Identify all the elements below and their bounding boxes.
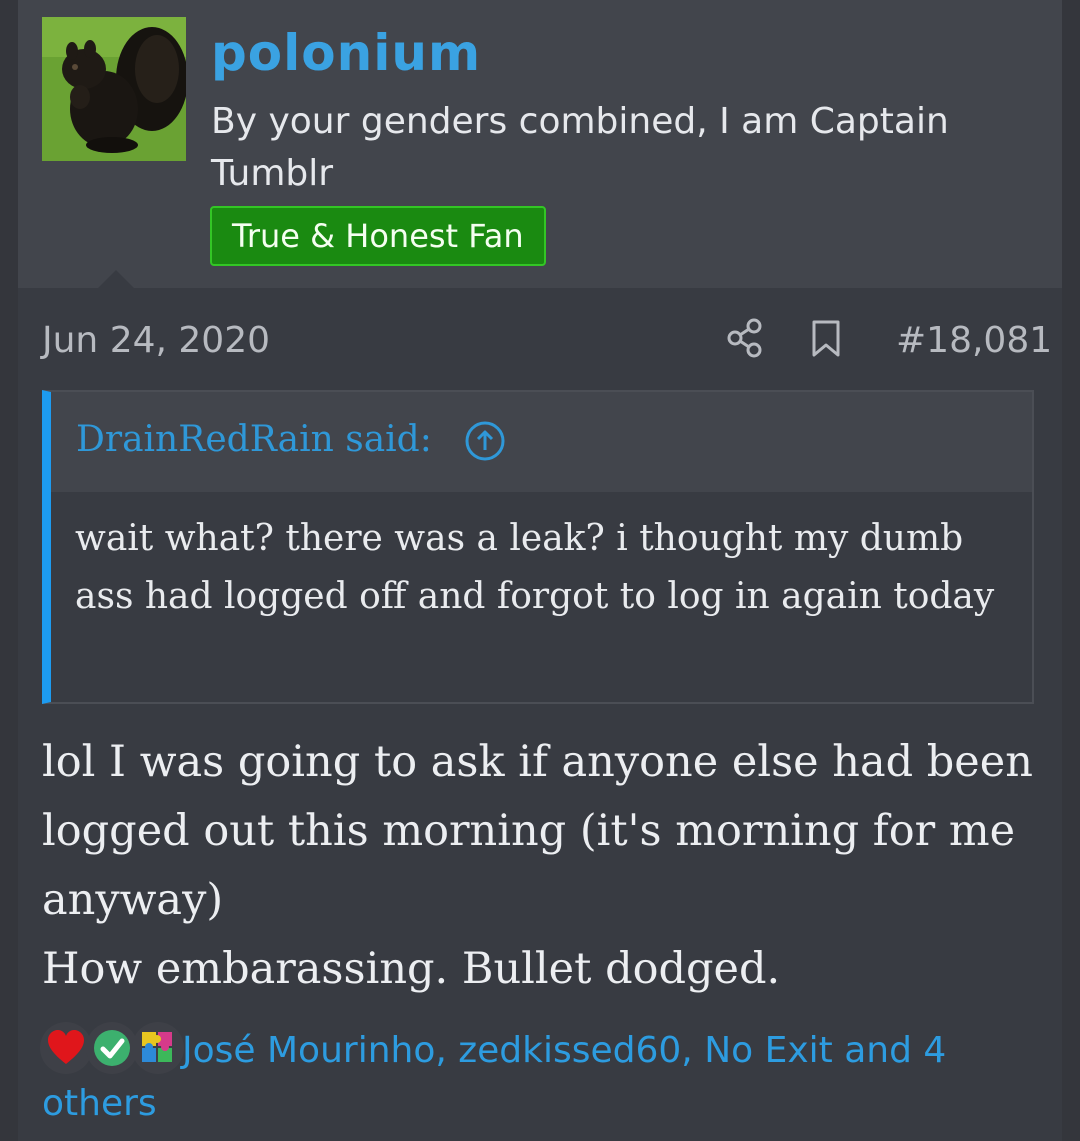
bookmark-icon[interactable] <box>811 320 841 358</box>
squirrel-avatar-icon <box>42 17 186 161</box>
jump-to-quote-arrow-icon[interactable] <box>464 420 506 462</box>
post-number-link[interactable]: #18,081 <box>896 320 1052 361</box>
user-header: polonium By your genders combined, I am … <box>18 0 1062 288</box>
avatar[interactable] <box>42 17 186 161</box>
username-link[interactable]: polonium <box>211 24 481 82</box>
quote-header: DrainRedRain said: <box>51 392 1032 492</box>
reactions-list-link[interactable]: José Mourinho, zedkissed60, No Exit and … <box>42 1024 1042 1130</box>
user-banner: True & Honest Fan <box>210 206 546 266</box>
quote-body: wait what? there was a leak? i thought m… <box>75 518 995 617</box>
header-pointer <box>98 270 134 288</box>
message-paragraph: How embarassing. Bullet dodged. <box>42 944 781 994</box>
post-message: lol I was going to ask if anyone else ha… <box>42 728 1052 1004</box>
post-container: polonium By your genders combined, I am … <box>18 0 1062 1141</box>
quote-block: DrainRedRain said: wait what? there was … <box>42 390 1034 704</box>
share-icon[interactable] <box>726 318 764 358</box>
post-date-link[interactable]: Jun 24, 2020 <box>42 320 270 361</box>
quote-author-link[interactable]: DrainRedRain said: <box>76 419 432 460</box>
user-title: By your genders combined, I am Captain T… <box>211 101 949 194</box>
message-paragraph: lol I was going to ask if anyone else ha… <box>42 737 1033 925</box>
